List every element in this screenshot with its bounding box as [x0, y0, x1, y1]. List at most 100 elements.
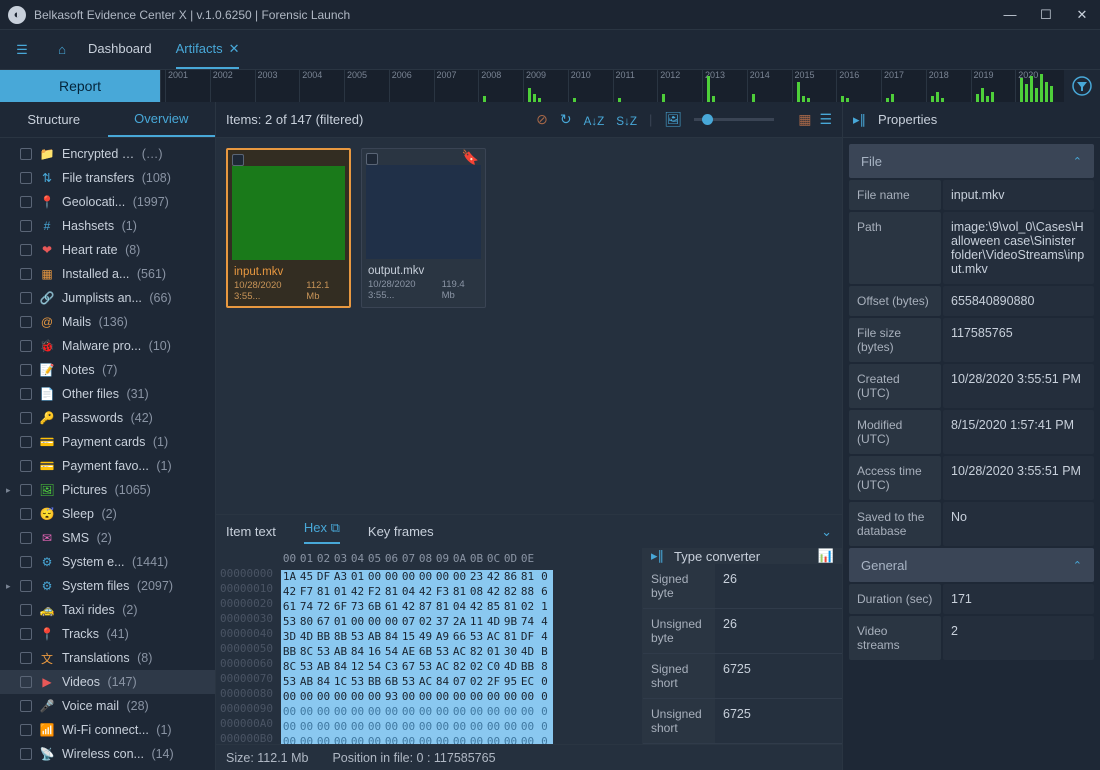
filter-icon[interactable] — [1064, 70, 1100, 102]
checkbox[interactable] — [20, 220, 32, 232]
tree-item[interactable]: 📄 Other files (31) — [0, 382, 215, 406]
checkbox[interactable] — [20, 700, 32, 712]
sidebar-tab-overview[interactable]: Overview — [108, 102, 216, 137]
checkbox[interactable] — [20, 388, 32, 400]
checkbox[interactable] — [232, 154, 244, 166]
tree-item[interactable]: 🚕 Taxi rides (2) — [0, 598, 215, 622]
timeline-year[interactable]: 2006 — [389, 70, 434, 102]
sort-az-icon[interactable]: A↓Z — [584, 112, 605, 128]
checkbox[interactable] — [20, 556, 32, 568]
timeline-year[interactable]: 2005 — [344, 70, 389, 102]
chevron-up-icon[interactable]: ⌃ — [1073, 559, 1082, 572]
tree-item[interactable]: 💳 Payment favo... (1) — [0, 454, 215, 478]
tree-item[interactable]: 🐞 Malware pro... (10) — [0, 334, 215, 358]
timeline-year[interactable]: 2015 — [792, 70, 837, 102]
bookmark-icon[interactable]: 🔖 — [462, 149, 479, 166]
tree-item[interactable]: ▶ Videos (147) — [0, 670, 215, 694]
checkbox[interactable] — [20, 580, 32, 592]
hex-view[interactable]: 0000000000000010000000200000003000000040… — [216, 548, 642, 744]
menu-icon[interactable]: ☰ — [8, 36, 36, 64]
external-link-icon[interactable]: ⧉ — [331, 520, 340, 535]
tree-item[interactable]: # Hashsets (1) — [0, 214, 215, 238]
checkbox[interactable] — [20, 724, 32, 736]
timeline-year[interactable]: 2009 — [523, 70, 568, 102]
checkbox[interactable] — [20, 748, 32, 760]
checkbox[interactable] — [366, 153, 378, 165]
tree-item[interactable]: 📍 Tracks (41) — [0, 622, 215, 646]
checkbox[interactable] — [20, 604, 32, 616]
play-icon[interactable]: ▸∥ — [651, 548, 664, 564]
checkbox[interactable] — [20, 676, 32, 688]
zoom-icon[interactable]: 🖼 — [664, 111, 682, 128]
tree-item[interactable]: 📶 Wi-Fi connect... (1) — [0, 718, 215, 742]
checkbox[interactable] — [20, 268, 32, 280]
tree-item[interactable]: 🔑 Passwords (42) — [0, 406, 215, 430]
tab-key-frames[interactable]: Key frames — [368, 524, 434, 539]
refresh-icon[interactable]: ↻ — [560, 111, 572, 128]
checkbox[interactable] — [20, 508, 32, 520]
props-section-header[interactable]: File⌃ — [849, 144, 1094, 178]
tab-dashboard[interactable]: Dashboard — [88, 31, 152, 69]
tree-item[interactable]: ✉ SMS (2) — [0, 526, 215, 550]
tree-item[interactable]: 📍 Geolocati... (1997) — [0, 190, 215, 214]
tab-hex[interactable]: Hex ⧉ — [304, 520, 340, 544]
tree-item[interactable]: 🎤 Voice mail (28) — [0, 694, 215, 718]
checkbox[interactable] — [20, 532, 32, 544]
timeline-year[interactable]: 2008 — [478, 70, 523, 102]
close-button[interactable]: ✕ — [1072, 5, 1092, 25]
zoom-slider[interactable] — [694, 118, 774, 121]
timeline-year[interactable]: 2004 — [299, 70, 344, 102]
timeline-year[interactable]: 2011 — [613, 70, 658, 102]
tree-item[interactable]: 📁 Encrypted … (…) — [0, 142, 215, 166]
play-icon[interactable]: ▸∥ — [853, 112, 866, 128]
checkbox[interactable] — [20, 148, 32, 160]
thumbnail[interactable]: input.mkv 10/28/2020 3:55...112.1 Mb — [226, 148, 351, 308]
timeline[interactable]: 2001200220032004200520062007200820092010… — [160, 70, 1064, 102]
sidebar-tab-structure[interactable]: Structure — [0, 102, 108, 137]
timeline-year[interactable]: 2007 — [434, 70, 479, 102]
tab-artifacts[interactable]: Artifacts✕ — [176, 31, 240, 69]
checkbox[interactable] — [20, 628, 32, 640]
timeline-year[interactable]: 2002 — [210, 70, 255, 102]
tree-item[interactable]: ❤ Heart rate (8) — [0, 238, 215, 262]
timeline-year[interactable]: 2014 — [747, 70, 792, 102]
tree-item[interactable]: ▸ ⚙ System files (2097) — [0, 574, 215, 598]
minimize-button[interactable]: — — [1000, 5, 1020, 25]
tree-item[interactable]: 💳 Payment cards (1) — [0, 430, 215, 454]
thumbnail[interactable]: 🔖 output.mkv 10/28/2020 3:55...119.4 Mb — [361, 148, 486, 308]
expand-icon[interactable]: ⌄ — [821, 524, 832, 540]
checkbox[interactable] — [20, 292, 32, 304]
report-button[interactable]: Report — [0, 70, 160, 102]
sort-sz-icon[interactable]: S↓Z — [616, 112, 637, 128]
tree-item[interactable]: 📡 Wireless con... (14) — [0, 742, 215, 766]
timeline-year[interactable]: 2018 — [926, 70, 971, 102]
tree-item[interactable]: ▦ Installed a... (561) — [0, 262, 215, 286]
checkbox[interactable] — [20, 436, 32, 448]
timeline-year[interactable]: 2010 — [568, 70, 613, 102]
checkbox[interactable] — [20, 484, 32, 496]
tree-item[interactable]: ▸ 🖼 Pictures (1065) — [0, 478, 215, 502]
checkbox[interactable] — [20, 340, 32, 352]
timeline-year[interactable]: 2001 — [165, 70, 210, 102]
maximize-button[interactable]: ☐ — [1036, 5, 1056, 25]
tree-item[interactable]: @ Mails (136) — [0, 310, 215, 334]
props-section-header[interactable]: General⌃ — [849, 548, 1094, 582]
checkbox[interactable] — [20, 172, 32, 184]
chevron-up-icon[interactable]: ⌃ — [1073, 155, 1082, 168]
timeline-year[interactable]: 2003 — [255, 70, 300, 102]
tab-item-text[interactable]: Item text — [226, 524, 276, 539]
tree-item[interactable]: 文 Translations (8) — [0, 646, 215, 670]
checkbox[interactable] — [20, 412, 32, 424]
home-icon[interactable]: ⌂ — [48, 36, 76, 64]
tree-item[interactable]: ⇅ File transfers (108) — [0, 166, 215, 190]
timeline-year[interactable]: 2013 — [702, 70, 747, 102]
timeline-year[interactable]: 2016 — [836, 70, 881, 102]
timeline-year[interactable]: 2019 — [971, 70, 1016, 102]
checkbox[interactable] — [20, 364, 32, 376]
list-view-icon[interactable]: ☰ — [819, 111, 832, 128]
checkbox[interactable] — [20, 196, 32, 208]
timeline-year[interactable]: 2017 — [881, 70, 926, 102]
block-icon[interactable]: ⊘ — [536, 111, 548, 128]
tree-item[interactable]: 📝 Notes (7) — [0, 358, 215, 382]
checkbox[interactable] — [20, 652, 32, 664]
